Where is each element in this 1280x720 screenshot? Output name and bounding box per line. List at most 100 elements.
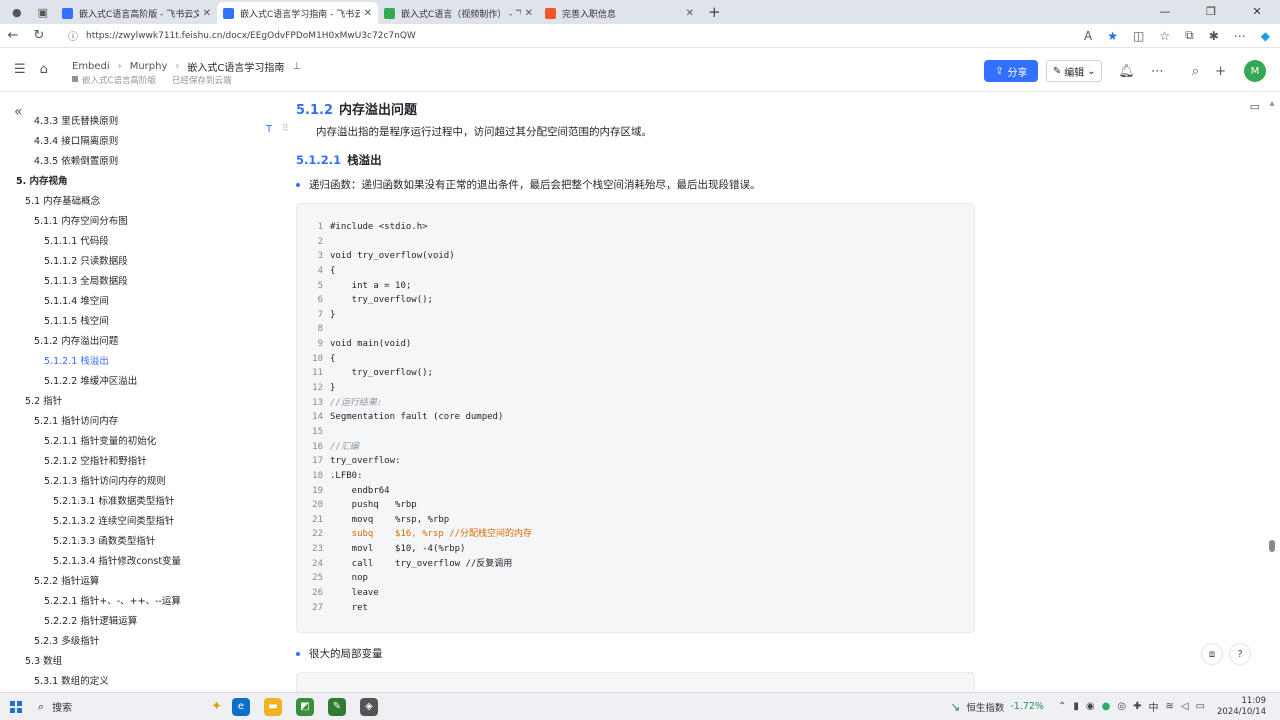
outline-item[interactable]: 5.1.2.1 栈溢出 (0, 352, 258, 372)
outline-item[interactable]: 5.2.2.2 指针逻辑运算 (0, 612, 258, 632)
scrollbar-thumb[interactable] (1269, 540, 1275, 552)
copilot-icon[interactable]: ◆ (1261, 29, 1270, 43)
outline-item[interactable]: 5.2.1 指针访问内存 (0, 412, 258, 432)
breadcrumb-item[interactable]: Embedi (72, 61, 110, 72)
add-icon[interactable]: + (1215, 64, 1226, 79)
notification-bell-icon[interactable]: 🔔︎ (1118, 64, 1135, 79)
close-tab-icon[interactable]: ✕ (686, 8, 694, 19)
new-tab-button[interactable]: + (708, 3, 721, 21)
clock[interactable]: 11:09 2024/10/14 (1217, 696, 1266, 718)
outline-item[interactable]: 5.1.2.2 堆缓冲区溢出 (0, 372, 258, 392)
back-icon[interactable]: ← (0, 28, 26, 43)
tab-actions-icon[interactable]: ▣ (38, 6, 48, 19)
close-tab-icon[interactable]: ✕ (364, 8, 372, 19)
share-button[interactable]: ⇪ 分享 (984, 60, 1039, 82)
split-screen-icon[interactable]: ◫ (1133, 29, 1144, 43)
favorite-star-icon[interactable]: ★ (1107, 29, 1118, 43)
tray-app-icon[interactable]: ◉ (1086, 701, 1095, 712)
tray-app-icon[interactable]: ✚ (1133, 701, 1141, 712)
scroll-up-icon[interactable]: ▲ (1268, 100, 1276, 107)
drag-handle-icon[interactable]: ⠿ (282, 124, 289, 134)
more-menu-icon[interactable]: ⋯ (1234, 29, 1246, 43)
app-icon[interactable]: ◈ (360, 697, 378, 716)
outline-item[interactable]: 5.2.1.3.1 标准数据类型指针 (0, 492, 258, 512)
outline-item[interactable]: 5.2.1.2 空指针和野指针 (0, 452, 258, 472)
tray-chevron-icon[interactable]: ⌃ (1058, 701, 1066, 712)
toc-toggle-icon[interactable]: ☰ (14, 62, 26, 77)
comment-icon[interactable]: ▭ (1250, 100, 1260, 113)
wechat-icon[interactable]: ● (1102, 701, 1111, 712)
outline-item[interactable]: 4.3.3 里氏替换原则 (0, 112, 258, 132)
vertical-scrollbar[interactable]: ▲ (1268, 100, 1276, 690)
battery-icon[interactable]: ▭ (1196, 701, 1205, 712)
tray-app-icon[interactable]: ▮ (1073, 701, 1079, 712)
outline-item[interactable]: 5.1.1.1 代码段 (0, 232, 258, 252)
outline-item[interactable]: 5.2 指针 (0, 392, 258, 412)
heading-5-1-2-1[interactable]: 5.1.2.1 栈溢出 (296, 152, 382, 168)
home-icon[interactable]: ⌂ (40, 62, 48, 77)
reload-icon[interactable]: ↻ (26, 28, 52, 43)
help-icon[interactable]: ? (1229, 643, 1251, 665)
outline-item[interactable]: 4.3.4 接口隔离原则 (0, 132, 258, 152)
outline-item[interactable]: 5.2.3 多级指针 (0, 632, 258, 652)
outline-item[interactable]: 5.2.2 指针运算 (0, 572, 258, 592)
browser-tab[interactable]: 完善入职信息 ✕ (539, 2, 700, 24)
bullet-item[interactable]: 很大的局部变量 (296, 646, 383, 661)
edit-mode-button[interactable]: ✎ 编辑 ⌄ (1046, 60, 1103, 82)
avatar[interactable]: M (1244, 60, 1266, 82)
outline-item[interactable]: 5.2.1.3.3 函数类型指针 (0, 532, 258, 552)
app-icon[interactable]: ◩ (296, 697, 314, 716)
profile-icon[interactable]: ● (12, 6, 22, 19)
browser-tab[interactable]: 嵌入式C语言学习指南 - 飞书云文档 ✕ (217, 2, 378, 24)
outline-item[interactable]: 5.1.2 内存溢出问题 (0, 332, 258, 352)
ime-indicator[interactable]: 中 (1148, 699, 1158, 714)
tray-app-icon[interactable]: ◎ (1117, 701, 1126, 712)
restore-icon[interactable]: ❐ (1188, 0, 1234, 24)
outline-item[interactable]: 5.2.2.1 指针+、-、++、--运算 (0, 592, 258, 612)
outline-item[interactable]: 4.3.5 依赖倒置原则 (0, 152, 258, 172)
more-options-icon[interactable]: ⋯ (1151, 64, 1164, 79)
url-field[interactable]: ⓘ https://zwylwwk711t.feishu.cn/docx/EEg… (60, 26, 1076, 46)
outline-item[interactable]: 5.1.1 内存空间分布图 (0, 212, 258, 232)
close-tab-icon[interactable]: ✕ (203, 8, 211, 19)
search-icon[interactable]: ⌕ (1192, 64, 1199, 79)
code-block[interactable] (296, 672, 975, 692)
outline-item[interactable]: 5.1 内存基础概念 (0, 192, 258, 212)
breadcrumb-current[interactable]: 嵌入式C语言学习指南 (187, 59, 284, 74)
stock-widget[interactable]: ↘ 恒生指数 -1.72% (950, 700, 1044, 714)
browser-tab[interactable]: 嵌入式C语言高阶版 - 飞书云文档 ✕ (56, 2, 217, 24)
close-window-icon[interactable]: ✕ (1234, 0, 1280, 24)
collections-icon[interactable]: ⧉ (1185, 28, 1194, 43)
outline-item[interactable]: 5.1.1.4 堆空间 (0, 292, 258, 312)
bullet-item[interactable]: 递归函数：递归函数如果没有正常的退出条件，最后会把整个栈空间消耗殆尽，最后出现段… (296, 177, 761, 192)
wifi-icon[interactable]: ≋ (1165, 701, 1173, 712)
volume-icon[interactable]: ◁ (1181, 701, 1189, 712)
outline-item[interactable]: 5. 内存视角 (0, 172, 258, 192)
file-explorer-icon[interactable]: ▬ (264, 697, 282, 716)
read-aloud-icon[interactable]: A (1084, 29, 1092, 43)
minimize-icon[interactable]: — (1142, 0, 1188, 24)
extensions-icon[interactable]: ✱ (1209, 29, 1219, 43)
outline-item[interactable]: 5.2.1.3.2 连续空间类型指针 (0, 512, 258, 532)
code-block[interactable]: 1 #include <stdio.h> 2 3 void try_overflow(v… (296, 203, 975, 633)
close-tab-icon[interactable]: ✕ (525, 8, 533, 19)
doc-float-icon[interactable]: ⧈ (1201, 643, 1223, 665)
outline-item[interactable]: 5.3 数组 (0, 652, 258, 672)
pin-icon[interactable]: ⊥ (292, 61, 301, 72)
paragraph[interactable]: 内存溢出指的是程序运行过程中，访问超过其分配空间范围的内存区域。 (316, 124, 652, 139)
outline-item[interactable]: 5.1.1.3 全局数据段 (0, 272, 258, 292)
outline-item[interactable]: 5.1.1.2 只读数据段 (0, 252, 258, 272)
taskbar-search[interactable]: ⌕ 搜索 ✦ (32, 699, 222, 714)
breadcrumb-item[interactable]: Murphy (130, 61, 168, 72)
outline-item[interactable]: 5.1.1.5 栈空间 (0, 312, 258, 332)
edge-icon[interactable]: e (232, 697, 250, 716)
editor-icon[interactable]: ✎ (328, 697, 346, 716)
browser-tab[interactable]: 嵌入式C语言（视频制作） - 飞书 ✕ (378, 2, 539, 24)
start-button[interactable] (0, 700, 32, 713)
outline-item[interactable]: 5.3.1 数组的定义 (0, 672, 258, 692)
site-info-icon[interactable]: ⓘ (68, 28, 78, 43)
text-block-type-icon[interactable]: T (266, 124, 272, 135)
outline-item[interactable]: 5.2.1.1 指针变量的初始化 (0, 432, 258, 452)
heading-5-1-2[interactable]: 5.1.2 内存溢出问题 (296, 99, 417, 118)
outline-item[interactable]: 5.2.1.3 指针访问内存的规则 (0, 472, 258, 492)
